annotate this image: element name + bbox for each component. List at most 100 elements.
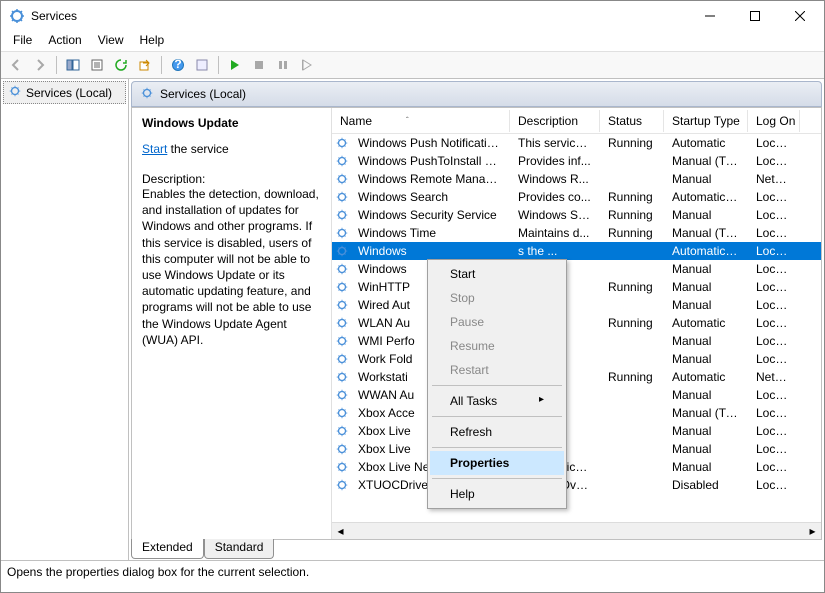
ctx-start[interactable]: Start (430, 262, 564, 286)
cell-status: Running (600, 136, 664, 150)
cell-status: Running (600, 370, 664, 384)
cell-startup: Manual (664, 460, 748, 474)
tabs: Extended Standard (131, 540, 822, 560)
column-logon[interactable]: Log On (748, 110, 800, 132)
help-button[interactable]: ? (167, 54, 189, 76)
toolbar: ? (1, 51, 824, 79)
cell-startup: Automatic (664, 136, 748, 150)
maximize-button[interactable] (732, 2, 777, 31)
cell-logon: Local Sy (748, 262, 800, 276)
gear-icon (334, 442, 350, 456)
description-label: Description: (142, 172, 321, 186)
cell-startup: Automatic (664, 316, 748, 330)
cell-logon: Local Sy (748, 244, 800, 258)
scroll-right-icon[interactable]: ▸ (804, 523, 821, 540)
gear-icon (334, 136, 350, 150)
service-row[interactable]: WWAN Auvice ...ManualLocal Sy (332, 386, 821, 404)
cell-logon: Local Sy (748, 208, 800, 222)
service-row[interactable]: Wired Autred A...ManualLocal Sy (332, 296, 821, 314)
menu-action[interactable]: Action (40, 31, 89, 51)
menu-help[interactable]: Help (132, 31, 173, 51)
gear-icon (334, 190, 350, 204)
cell-logon: Local Sy (748, 298, 800, 312)
service-row[interactable]: WLAN AuANS...RunningAutomaticLocal Sy (332, 314, 821, 332)
close-button[interactable] (777, 2, 822, 31)
column-status[interactable]: Status (600, 110, 664, 132)
cell-name: Windows Time (350, 226, 510, 240)
service-row[interactable]: Windows TimeMaintains d...RunningManual … (332, 224, 821, 242)
tree-node-label: Services (Local) (26, 86, 112, 100)
service-row[interactable]: Windows Remote Manage...Windows R... Manu… (332, 170, 821, 188)
cell-logon: Local Se (748, 280, 800, 294)
column-startup[interactable]: Startup Type (664, 110, 748, 132)
cell-logon: Local Sy (748, 136, 800, 150)
service-row[interactable]: Windows PushToInstall Serv...Provides in… (332, 152, 821, 170)
cell-desc: Provides inf... (510, 154, 600, 168)
service-row[interactable]: WMI Perfoes pe...ManualLocal Sy (332, 332, 821, 350)
service-row[interactable]: Xbox Accevice ...Manual (Trig...Local Sy (332, 404, 821, 422)
gear-icon (334, 226, 350, 240)
service-row[interactable]: Xbox Livevice ...ManualLocal Sy (332, 440, 821, 458)
tab-standard[interactable]: Standard (204, 539, 275, 559)
start-service-button[interactable] (224, 54, 246, 76)
refresh-button[interactable] (110, 54, 132, 76)
tree-panel: Services (Local) (1, 79, 129, 560)
ctx-all-tasks[interactable]: All Tasks (430, 389, 564, 413)
tab-extended[interactable]: Extended (131, 539, 204, 559)
cell-startup: Manual (664, 262, 748, 276)
service-row[interactable]: Windows SearchProvides co...RunningAutom… (332, 188, 821, 206)
column-name[interactable]: Nameˆ (332, 110, 510, 132)
service-row[interactable]: Windowss rem...ManualLocal Sy (332, 260, 821, 278)
show-hide-tree-button[interactable] (62, 54, 84, 76)
minimize-button[interactable] (687, 2, 732, 31)
sort-arrow-icon: ˆ (406, 116, 409, 125)
service-row[interactable]: Windows Security ServiceWindows Se...Run… (332, 206, 821, 224)
gear-icon (334, 262, 350, 276)
start-service-link[interactable]: Start (142, 142, 167, 156)
service-row[interactable]: Windows Push Notification...This service… (332, 134, 821, 152)
gear-icon (334, 478, 350, 492)
menu-file[interactable]: File (5, 31, 40, 51)
service-row[interactable]: Windowss the ...Automatic (T...Local Sy (332, 242, 821, 260)
services-icon (9, 8, 25, 24)
ctx-resume: Resume (430, 334, 564, 358)
cell-startup: Manual (664, 172, 748, 186)
cell-logon: Local Sy (748, 478, 800, 492)
cell-logon: Networ (748, 172, 800, 186)
ctx-restart: Restart (430, 358, 564, 382)
ctx-refresh[interactable]: Refresh (430, 420, 564, 444)
service-row[interactable]: WinHTTPTP i...RunningManualLocal Se (332, 278, 821, 296)
list-header: Nameˆ Description Status Startup Type Lo… (332, 108, 821, 134)
tree-node-services-local[interactable]: Services (Local) (3, 81, 126, 104)
gear-icon (140, 86, 154, 103)
gear-icon (334, 208, 350, 222)
service-row[interactable]: Work Foldvice ...ManualLocal Se (332, 350, 821, 368)
ctx-properties[interactable]: Properties (430, 451, 564, 475)
cell-desc: Windows R... (510, 172, 600, 186)
column-description[interactable]: Description (510, 110, 600, 132)
cell-name: Windows Push Notification... (350, 136, 510, 150)
cell-status: Running (600, 190, 664, 204)
cell-desc: s the ... (510, 244, 600, 258)
cell-startup: Manual (664, 388, 748, 402)
horizontal-scrollbar[interactable]: ◂ ▸ (332, 522, 821, 539)
service-row[interactable]: Xbox Livees au...ManualLocal Sy (332, 422, 821, 440)
snap-in-button[interactable] (191, 54, 213, 76)
service-row[interactable]: Workstatis and...RunningAutomaticNetwor (332, 368, 821, 386)
service-row[interactable]: XTUOCDriverServiceIntel(R) Ove...Disable… (332, 476, 821, 494)
ctx-pause: Pause (430, 310, 564, 334)
cell-logon: Local Se (748, 226, 800, 240)
properties-button[interactable] (86, 54, 108, 76)
scroll-left-icon[interactable]: ◂ (332, 523, 349, 540)
service-row[interactable]: Xbox Live Networking ServiceThis service… (332, 458, 821, 476)
cell-logon: Local Se (748, 352, 800, 366)
title-bar: Services (1, 1, 824, 31)
cell-logon: Local Sy (748, 460, 800, 474)
cell-logon: Networ (748, 370, 800, 384)
cell-name: Windows Remote Manage... (350, 172, 510, 186)
menu-view[interactable]: View (90, 31, 132, 51)
ctx-help[interactable]: Help (430, 482, 564, 506)
export-button[interactable] (134, 54, 156, 76)
cell-startup: Manual (664, 352, 748, 366)
gear-icon (334, 370, 350, 384)
